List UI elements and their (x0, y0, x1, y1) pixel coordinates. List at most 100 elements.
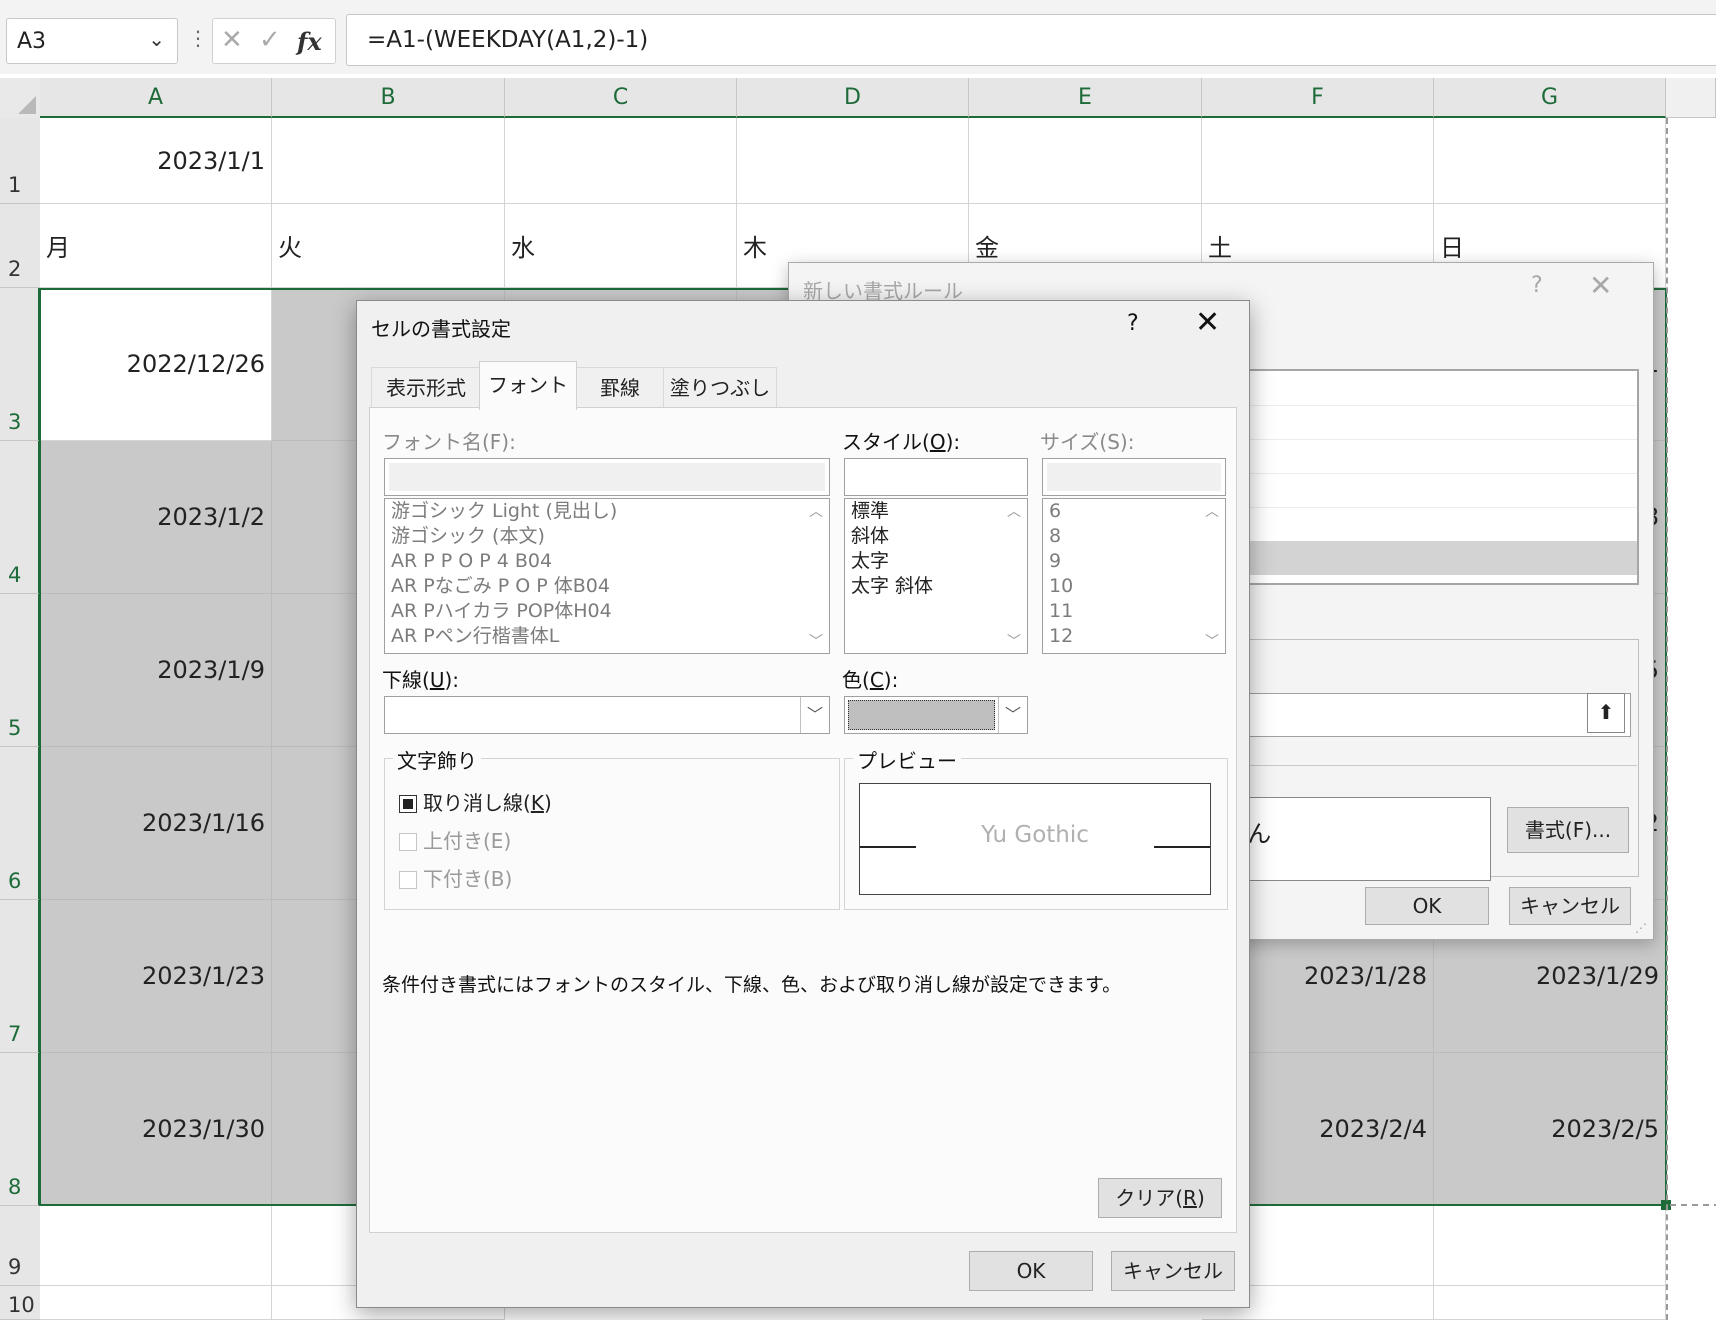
list-item[interactable]: 游ゴシック Light (見出し) (385, 499, 829, 524)
checkbox-icon[interactable] (399, 833, 417, 851)
row-header-7[interactable]: 7 (0, 900, 40, 1053)
column-header-f[interactable]: F (1202, 78, 1434, 118)
row-header-10[interactable]: 10 (0, 1286, 40, 1320)
name-box[interactable]: A3 ⌄ (6, 18, 178, 64)
cell-a2[interactable]: 月 (40, 204, 272, 288)
close-icon[interactable]: ✕ (1195, 305, 1220, 340)
column-header-b[interactable]: B (272, 78, 505, 118)
tab-number[interactable]: 表示形式 (371, 367, 481, 408)
row-header-8[interactable]: 8 (0, 1053, 40, 1206)
row-header-3[interactable]: 3 (0, 288, 40, 441)
cell-g9[interactable] (1434, 1206, 1666, 1286)
check-icon[interactable]: ✓ (259, 25, 281, 55)
list-item[interactable]: 斜体 (845, 524, 1027, 549)
column-header-d[interactable]: D (737, 78, 969, 118)
column-header-h[interactable] (1666, 78, 1716, 118)
row-header-4[interactable]: 4 (0, 441, 40, 594)
strikethrough-checkbox[interactable]: 取り消し線(K) (399, 787, 552, 816)
page-break-line (1670, 1204, 1716, 1206)
scrollbar[interactable]: ︿ ﹀ (1003, 499, 1027, 653)
row-header-9[interactable]: 9 (0, 1206, 40, 1286)
tab-border[interactable]: 罫線 (575, 367, 665, 408)
color-picker[interactable]: ﹀ (844, 696, 1028, 734)
cell-d1[interactable] (737, 118, 969, 204)
chevron-up-icon[interactable]: ︿ (809, 501, 823, 521)
subscript-checkbox[interactable]: 下付き(B) (399, 863, 512, 892)
cell-a9[interactable] (40, 1206, 272, 1286)
chevron-down-icon[interactable]: ⌄ (148, 27, 165, 51)
cancel-button[interactable]: キャンセル (1111, 1251, 1235, 1291)
ok-button[interactable]: OK (1365, 887, 1489, 925)
list-item[interactable]: 太字 (845, 549, 1027, 574)
cell-g1[interactable] (1434, 118, 1666, 204)
ok-button[interactable]: OK (969, 1251, 1093, 1291)
row-header-1[interactable]: 1 (0, 118, 40, 204)
format-button[interactable]: 書式(F)... (1507, 807, 1629, 853)
font-name-list[interactable]: 游ゴシック Light (見出し) 游ゴシック (本文) AR P P O P … (384, 498, 830, 654)
cell-c1[interactable] (505, 118, 737, 204)
list-item[interactable]: 11 (1043, 599, 1225, 624)
clear-button[interactable]: クリア(R) (1098, 1178, 1222, 1218)
formula-input[interactable]: =A1-(WEEKDAY(A1,2)-1) (346, 14, 1716, 66)
help-icon[interactable]: ? (1531, 273, 1543, 298)
list-item[interactable]: 太字 斜体 (845, 574, 1027, 599)
cell-c2[interactable]: 水 (505, 204, 737, 288)
select-all-corner[interactable] (0, 78, 40, 118)
cell-g10[interactable] (1434, 1286, 1666, 1320)
underline-select[interactable]: ﹀ (384, 696, 830, 734)
cell-b1[interactable] (272, 118, 505, 204)
list-item[interactable]: 游ゴシック (本文) (385, 524, 829, 549)
cell-a10[interactable] (40, 1286, 272, 1320)
style-input[interactable] (844, 458, 1028, 496)
list-item[interactable]: 標準 (845, 499, 1027, 524)
chevron-down-icon[interactable]: ﹀ (809, 631, 823, 651)
list-item[interactable]: AR P P O P 4 B04 (385, 549, 829, 574)
more-options-icon[interactable]: ⋮ (188, 26, 208, 50)
column-header-c[interactable]: C (505, 78, 737, 118)
chevron-down-icon[interactable]: ﹀ (1205, 631, 1219, 651)
list-item[interactable]: 6 (1043, 499, 1225, 524)
list-item[interactable]: AR Pなごみ P O P 体B04 (385, 574, 829, 599)
font-preview: Yu Gothic (859, 783, 1211, 895)
row-header-6[interactable]: 6 (0, 747, 40, 900)
cell-e1[interactable] (969, 118, 1202, 204)
cancel-button[interactable]: キャンセル (1509, 887, 1631, 925)
list-item[interactable]: AR Pハイカラ POP体H04 (385, 599, 829, 624)
chevron-up-icon[interactable]: ︿ (1205, 501, 1219, 521)
tab-fill[interactable]: 塗りつぶし (663, 367, 777, 408)
help-icon[interactable]: ? (1127, 311, 1139, 336)
checkbox-checked-icon[interactable] (399, 795, 417, 813)
list-item[interactable]: 9 (1043, 549, 1225, 574)
cell-b2[interactable]: 火 (272, 204, 505, 288)
insert-function-icon[interactable]: fx (297, 27, 322, 56)
list-item[interactable]: 8 (1043, 524, 1225, 549)
resize-grip-icon[interactable]: ⋰ (1635, 921, 1647, 935)
chevron-up-icon[interactable]: ︿ (1007, 501, 1021, 521)
chevron-down-icon[interactable]: ﹀ (1007, 631, 1021, 651)
scrollbar[interactable]: ︿ ﹀ (1201, 499, 1225, 653)
size-list[interactable]: 6 8 9 10 11 12 ︿ ﹀ (1042, 498, 1226, 654)
column-header-e[interactable]: E (969, 78, 1202, 118)
cell-f1[interactable] (1202, 118, 1434, 204)
list-item[interactable]: 12 (1043, 624, 1225, 649)
size-input[interactable] (1042, 458, 1226, 496)
chevron-down-icon[interactable]: ﹀ (998, 697, 1027, 733)
checkbox-icon[interactable] (399, 871, 417, 889)
column-header-a[interactable]: A (40, 78, 272, 118)
scrollbar[interactable]: ︿ ﹀ (805, 499, 829, 653)
list-item[interactable]: 10 (1043, 574, 1225, 599)
cell-a1[interactable]: 2023/1/1 (40, 118, 272, 204)
collapse-dialog-icon[interactable]: ⬆ (1587, 693, 1625, 733)
column-header-g[interactable]: G (1434, 78, 1666, 118)
style-list[interactable]: 標準 斜体 太字 太字 斜体 ︿ ﹀ (844, 498, 1028, 654)
list-item[interactable]: AR Pペン行楷書体L (385, 624, 829, 649)
chevron-down-icon[interactable]: ﹀ (800, 697, 829, 733)
row-header-5[interactable]: 5 (0, 594, 40, 747)
row-header-2[interactable]: 2 (0, 204, 40, 288)
cancel-icon[interactable]: ✕ (221, 25, 243, 55)
superscript-checkbox[interactable]: 上付き(E) (399, 825, 511, 854)
format-cells-dialog: セルの書式設定 ? ✕ 表示形式 フォント 罫線 塗りつぶし フォント名(F):… (356, 300, 1250, 1308)
font-name-input[interactable] (384, 458, 830, 496)
tab-font[interactable]: フォント (479, 361, 577, 410)
close-icon[interactable]: ✕ (1589, 269, 1612, 302)
